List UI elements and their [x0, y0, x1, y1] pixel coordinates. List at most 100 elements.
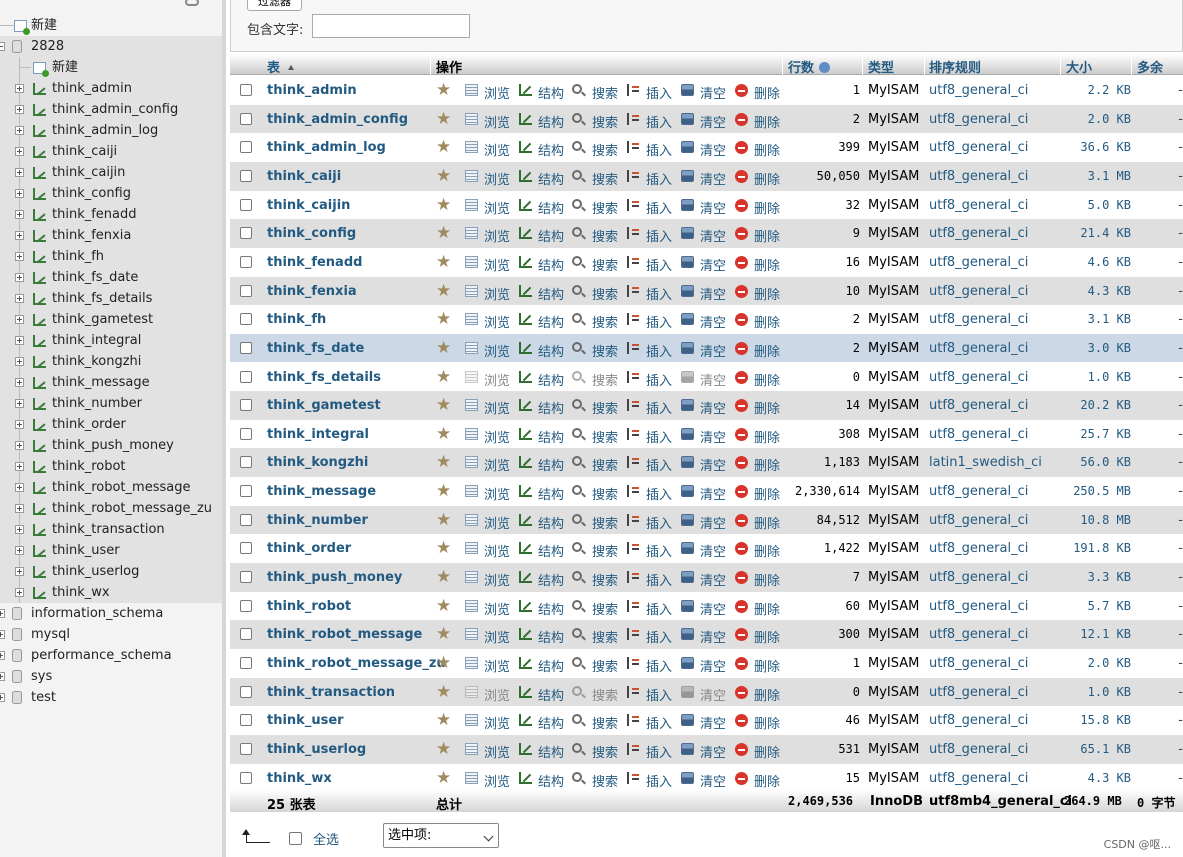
favorite-star-icon[interactable]: ★ — [436, 139, 451, 156]
favorite-star-icon[interactable]: ★ — [436, 311, 451, 328]
table-row[interactable]: think_wx ★ 浏览 结构 搜索 插入 清空 删除 15 MyISAM utf8_genera… — [230, 763, 1183, 793]
search-icon[interactable] — [572, 284, 582, 295]
action-empty[interactable]: 清空 — [700, 284, 726, 303]
action-browse[interactable]: 浏览 — [484, 627, 510, 646]
action-browse[interactable]: 浏览 — [484, 312, 510, 331]
action-search[interactable]: 搜索 — [592, 312, 618, 331]
action-search[interactable]: 搜索 — [592, 656, 618, 675]
action-insert[interactable]: 插入 — [646, 140, 672, 159]
expand-icon[interactable] — [15, 525, 24, 534]
action-search[interactable]: 搜索 — [592, 484, 618, 503]
expand-icon[interactable] — [15, 189, 24, 198]
action-drop[interactable]: 删除 — [754, 599, 780, 618]
insert-icon[interactable] — [627, 513, 640, 526]
structure-icon[interactable] — [519, 771, 532, 784]
browse-icon[interactable] — [465, 399, 478, 412]
browse-icon[interactable] — [465, 141, 478, 154]
structure-icon[interactable] — [519, 685, 532, 698]
action-search[interactable]: 搜索 — [592, 455, 618, 474]
row-checkbox[interactable] — [240, 112, 252, 125]
table-row[interactable]: think_kongzhi ★ 浏览 结构 搜索 插入 清空 删除 1,183 MyISAM lat… — [230, 448, 1183, 478]
empty-icon[interactable] — [681, 628, 694, 641]
expand-icon[interactable] — [15, 378, 24, 387]
structure-icon[interactable] — [519, 255, 532, 268]
insert-icon[interactable] — [627, 341, 640, 354]
structure-icon[interactable] — [519, 628, 532, 641]
table-name-link[interactable]: think_fs_date — [267, 341, 364, 356]
empty-icon[interactable] — [681, 714, 694, 727]
empty-icon[interactable] — [681, 370, 694, 383]
header-rows[interactable]: 行数 — [788, 57, 831, 76]
action-empty[interactable]: 清空 — [700, 83, 726, 102]
action-insert[interactable]: 插入 — [646, 599, 672, 618]
expand-icon[interactable] — [15, 441, 24, 450]
empty-icon[interactable] — [681, 255, 694, 268]
favorite-star-icon[interactable]: ★ — [436, 569, 451, 586]
favorite-star-icon[interactable]: ★ — [436, 196, 451, 214]
expand-icon[interactable] — [15, 399, 24, 408]
favorite-star-icon[interactable]: ★ — [436, 769, 451, 787]
action-insert[interactable]: 插入 — [646, 771, 672, 790]
nav-table-label[interactable]: think_robot — [52, 456, 126, 477]
drop-icon[interactable] — [735, 255, 748, 269]
insert-icon[interactable] — [627, 112, 640, 125]
insert-icon[interactable] — [627, 628, 640, 641]
nav-table-think_caiji[interactable]: think_caiji — [0, 141, 222, 162]
action-insert[interactable]: 插入 — [646, 255, 672, 274]
action-structure[interactable]: 结构 — [538, 370, 564, 389]
insert-icon[interactable] — [627, 427, 640, 440]
table-name-link[interactable]: think_fenadd — [267, 255, 362, 270]
structure-icon[interactable] — [519, 571, 532, 584]
action-browse[interactable]: 浏览 — [484, 112, 510, 131]
nav-db-mysql[interactable]: mysql — [0, 624, 222, 645]
table-size[interactable]: 5.0 KB — [1088, 198, 1131, 212]
search-icon[interactable] — [572, 657, 582, 667]
nav-table-think_robot_message_zu[interactable]: think_robot_message_zu — [0, 498, 222, 519]
action-browse[interactable]: 浏览 — [484, 427, 510, 446]
table-row[interactable]: think_integral ★ 浏览 结构 搜索 插入 清空 删除 308 MyISAM utf8… — [230, 419, 1183, 449]
nav-table-label[interactable]: think_kongzhi — [52, 351, 141, 372]
action-structure[interactable]: 结构 — [538, 541, 564, 560]
action-insert[interactable]: 插入 — [646, 713, 672, 732]
action-structure[interactable]: 结构 — [538, 284, 564, 303]
structure-icon[interactable] — [519, 169, 532, 182]
insert-icon[interactable] — [627, 771, 640, 784]
nav-table-think_message[interactable]: think_message — [0, 372, 222, 393]
action-drop[interactable]: 删除 — [754, 226, 780, 245]
browse-icon[interactable] — [465, 284, 478, 297]
nav-db-current[interactable]: 2828 — [0, 36, 222, 57]
browse-icon[interactable] — [465, 742, 478, 755]
structure-icon[interactable] — [519, 657, 532, 669]
row-checkbox[interactable] — [240, 370, 252, 383]
table-row[interactable]: think_robot_message_zu ★ 浏览 结构 搜索 插入 清空 删除 1 MyIS… — [230, 649, 1183, 678]
nav-db-label[interactable]: mysql — [31, 624, 70, 645]
table-name-link[interactable]: think_kongzhi — [267, 455, 368, 470]
action-drop[interactable]: 删除 — [754, 370, 780, 389]
drop-icon[interactable] — [735, 284, 748, 298]
check-all-checkbox[interactable] — [289, 832, 302, 845]
search-icon[interactable] — [572, 370, 582, 381]
drop-icon[interactable] — [735, 112, 748, 126]
structure-icon[interactable] — [519, 341, 532, 354]
browse-icon[interactable] — [465, 112, 478, 125]
search-icon[interactable] — [572, 141, 582, 152]
search-icon[interactable] — [572, 599, 582, 610]
action-insert[interactable]: 插入 — [646, 513, 672, 532]
with-selected-dropdown[interactable]: 选中项: — [383, 823, 499, 848]
action-drop[interactable]: 删除 — [754, 685, 780, 704]
nav-table-think_fs_date[interactable]: think_fs_date — [0, 267, 222, 288]
action-structure[interactable]: 结构 — [538, 427, 564, 446]
check-all-label[interactable]: 全选 — [313, 829, 339, 848]
table-name-link[interactable]: think_message — [267, 484, 376, 499]
favorite-star-icon[interactable]: ★ — [436, 253, 451, 271]
nav-table-label[interactable]: think_admin_config — [52, 99, 178, 120]
expand-icon[interactable] — [15, 105, 24, 114]
expand-icon[interactable] — [0, 672, 5, 681]
nav-new-table-label[interactable]: 新建 — [52, 57, 78, 78]
action-browse[interactable]: 浏览 — [484, 198, 510, 217]
action-search[interactable]: 搜索 — [592, 513, 618, 532]
action-search[interactable]: 搜索 — [592, 198, 618, 217]
drop-icon[interactable] — [735, 742, 748, 756]
action-empty[interactable]: 清空 — [700, 771, 726, 790]
search-icon[interactable] — [572, 771, 582, 782]
